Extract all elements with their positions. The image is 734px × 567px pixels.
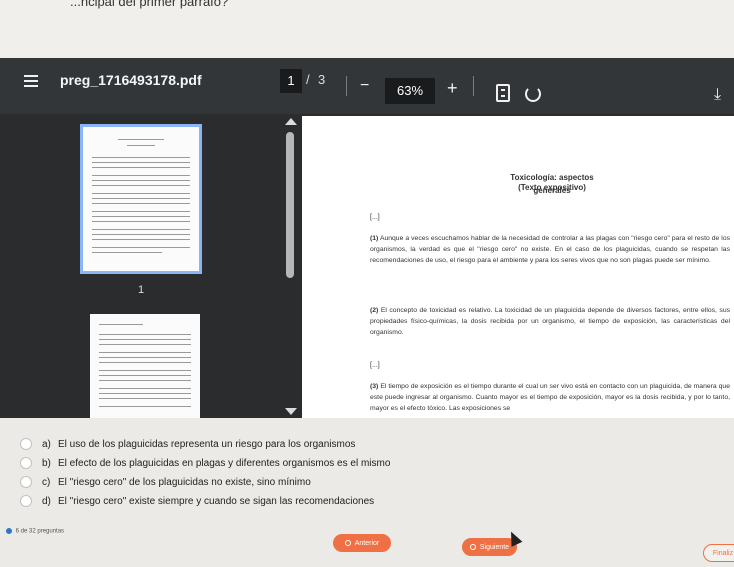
file-name: preg_1716493178.pdf <box>60 72 202 88</box>
zoom-level-input[interactable]: 63% <box>385 78 435 104</box>
toolbar-divider <box>473 76 474 96</box>
paragraph-number: (2) <box>370 307 379 314</box>
paragraph-2: (2) El concepto de toxicidad es relativo… <box>370 306 730 339</box>
paragraph-1: (1) Aunque a veces escuchamos hablar de … <box>370 234 730 267</box>
zoom-in-button[interactable]: + <box>447 78 458 99</box>
question-text: ...ncipal del primer párrafo? <box>70 0 229 9</box>
option-c[interactable]: c) El "riesgo cero" de los plaguicidas n… <box>20 474 311 490</box>
thumbnail-page-number: 1 <box>138 284 145 296</box>
option-text: El efecto de los plaguicidas en plagas y… <box>58 457 391 469</box>
radio-button[interactable] <box>20 438 32 450</box>
thumbnail-page-2[interactable] <box>90 314 200 418</box>
previous-label: Anterior <box>354 539 380 547</box>
fit-page-icon[interactable] <box>496 84 510 102</box>
question-count: 6 de 32 preguntas <box>15 528 65 535</box>
current-page-input[interactable]: 1 <box>280 69 302 93</box>
radio-button[interactable] <box>20 476 32 488</box>
paragraph-text: Aunque a veces escuchamos hablar de la n… <box>370 235 730 264</box>
option-text: El "riesgo cero" de los plaguicidas no e… <box>58 476 311 488</box>
paragraph-3: (3) El tiempo de exposición es el tiempo… <box>370 382 730 415</box>
option-letter: c) <box>42 476 51 488</box>
arrow-left-icon <box>344 540 351 546</box>
scrollbar-thumb[interactable] <box>286 132 294 278</box>
ellipsis: [...] <box>370 362 380 369</box>
pdf-toolbar: preg_1716493178.pdf 1 / 3 − 63% + ⤓ <box>0 58 734 114</box>
ellipsis: [...] <box>370 214 380 221</box>
option-letter: b) <box>42 457 51 469</box>
document-subtitle: (Texto expositivo) <box>518 183 586 192</box>
previous-button[interactable]: Anterior <box>333 534 391 552</box>
option-b[interactable]: b) El efecto de los plaguicidas en plaga… <box>20 455 390 471</box>
toolbar-divider <box>346 76 347 96</box>
option-text: El uso de los plaguicidas representa un … <box>58 438 356 450</box>
option-d[interactable]: d) El "riesgo cero" existe siempre y cua… <box>20 493 374 509</box>
scroll-up-arrow[interactable] <box>285 118 297 125</box>
zoom-out-button[interactable]: − <box>360 77 369 95</box>
option-letter: d) <box>42 495 51 507</box>
rotate-icon[interactable] <box>525 86 541 102</box>
answer-area: a) El uso de los plaguicidas representa … <box>0 418 734 567</box>
finish-label: Finaliz <box>712 549 734 557</box>
thumbnail-page-1[interactable] <box>80 124 202 274</box>
question-header: ...ncipal del primer párrafo? <box>0 0 734 58</box>
menu-icon[interactable] <box>20 70 42 92</box>
paragraph-number: (3) <box>370 383 379 390</box>
paragraph-number: (1) <box>370 235 379 242</box>
radio-button[interactable] <box>20 495 32 507</box>
pdf-viewer: preg_1716493178.pdf 1 / 3 − 63% + ⤓ 1 To… <box>0 58 734 476</box>
option-letter: a) <box>42 438 51 450</box>
page-separator: / <box>306 72 310 87</box>
next-label: Siguiente <box>479 543 510 551</box>
paragraph-text: El concepto de toxicidad es relativo. La… <box>370 307 730 336</box>
radio-button[interactable] <box>20 457 32 469</box>
paragraph-text: El tiempo de exposición es el tiempo dur… <box>370 383 730 412</box>
option-a[interactable]: a) El uso de los plaguicidas representa … <box>20 436 355 452</box>
thumbnail-panel: 1 <box>0 114 300 418</box>
info-icon <box>6 528 12 534</box>
finish-button[interactable]: Finaliz <box>703 544 734 562</box>
question-progress: 6 de 32 preguntas <box>6 528 64 535</box>
download-icon[interactable]: ⤓ <box>714 86 721 104</box>
scroll-down-arrow[interactable] <box>285 408 297 415</box>
arrow-right-icon <box>469 544 476 550</box>
option-text: El "riesgo cero" existe siempre y cuando… <box>58 495 375 507</box>
total-pages: 3 <box>318 72 326 87</box>
